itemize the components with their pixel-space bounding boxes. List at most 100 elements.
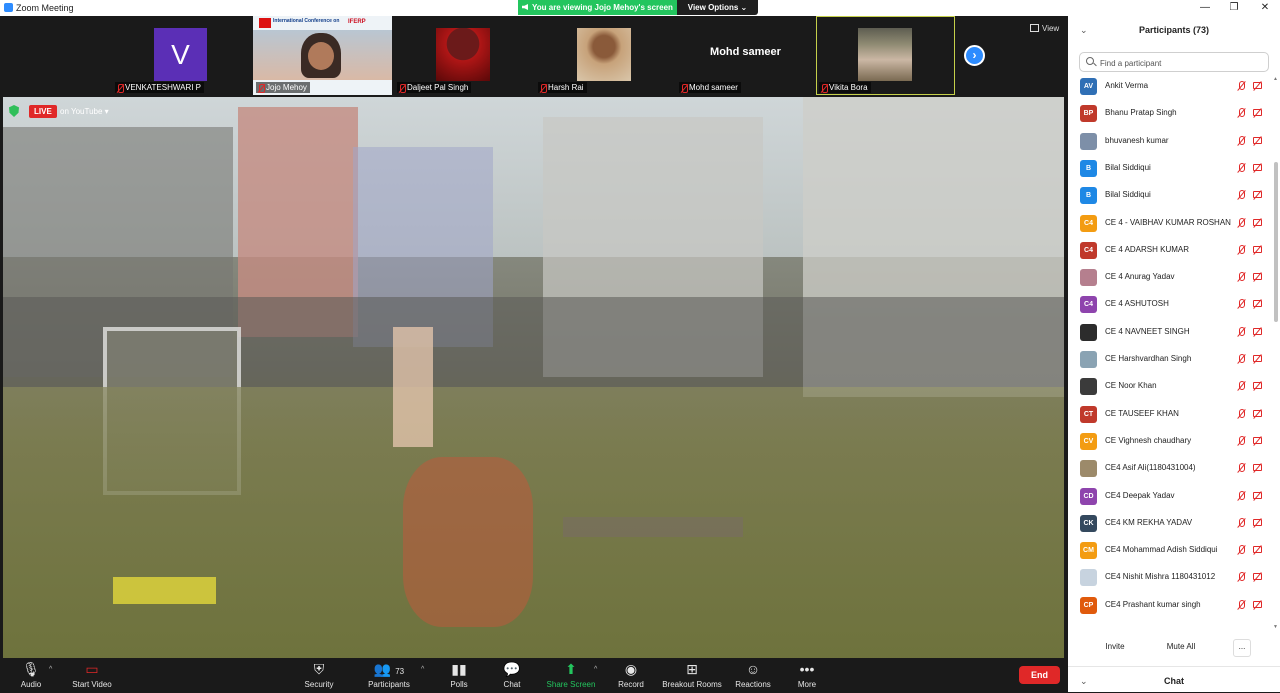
participant-row[interactable]: CT CE TAUSEEF KHAN bbox=[1068, 402, 1273, 429]
participant-name: CE4 Prashant kumar singh bbox=[1105, 599, 1201, 609]
participant-search[interactable] bbox=[1079, 52, 1269, 72]
thumbnail-daljeet-pal-singh[interactable]: Daljeet Pal Singh bbox=[394, 16, 533, 95]
next-page-button[interactable]: › bbox=[964, 45, 985, 66]
participant-row[interactable]: CE 4 NAVNEET SINGH bbox=[1068, 320, 1273, 347]
share-screen-icon: ⬆ bbox=[565, 661, 577, 677]
video-off-icon bbox=[1253, 409, 1262, 417]
breakout-rooms-button[interactable]: ⊞ Breakout Rooms bbox=[661, 661, 723, 691]
record-button[interactable]: ◉ Record bbox=[614, 661, 648, 691]
chat-section-header[interactable]: ⌄ Chat bbox=[1068, 666, 1280, 693]
mic-muted-icon bbox=[1239, 108, 1245, 118]
security-button[interactable]: ⛨ Security bbox=[300, 661, 338, 691]
participant-row[interactable]: CE Harshvardhan Singh bbox=[1068, 347, 1273, 374]
mic-muted-icon bbox=[1239, 572, 1245, 582]
participant-row[interactable]: CE Noor Khan bbox=[1068, 374, 1273, 401]
thumbnail-name: Jojo Mehoy bbox=[256, 82, 310, 93]
minimize-button[interactable]: — bbox=[1190, 0, 1220, 16]
avatar bbox=[1080, 132, 1097, 150]
video-off-icon bbox=[1253, 491, 1262, 499]
participant-row[interactable]: C4 CE 4 ASHUTOSH bbox=[1068, 292, 1273, 319]
scrollbar-thumb[interactable] bbox=[1274, 162, 1278, 322]
participant-name: CE TAUSEEF KHAN bbox=[1105, 408, 1179, 418]
participant-row[interactable]: CD CE4 Deepak Yadav bbox=[1068, 484, 1273, 511]
search-icon bbox=[1086, 57, 1094, 65]
avatar: CT bbox=[1080, 405, 1097, 423]
video-off-icon bbox=[1253, 382, 1262, 390]
view-options-button[interactable]: View Options ⌄ bbox=[677, 0, 758, 15]
reactions-button[interactable]: ☺ Reactions bbox=[734, 661, 772, 691]
breakout-rooms-icon: ⊞ bbox=[686, 661, 698, 677]
participant-name-card: Mohd sameer bbox=[710, 46, 781, 58]
video-off-icon bbox=[1253, 436, 1262, 444]
share-options-caret[interactable]: ^ bbox=[594, 666, 597, 673]
participant-row[interactable]: CE 4 Anurag Yadav bbox=[1068, 265, 1273, 292]
mic-muted-icon bbox=[1239, 272, 1245, 282]
participant-name: Bhanu Pratap Singh bbox=[1105, 108, 1177, 118]
mic-muted-icon bbox=[400, 84, 406, 93]
search-input[interactable] bbox=[1098, 55, 1267, 71]
video-off-icon bbox=[1253, 327, 1262, 335]
mic-muted-icon bbox=[1239, 217, 1245, 227]
participant-row[interactable]: AV Ankit Verma bbox=[1068, 74, 1273, 101]
participants-options-caret[interactable]: ^ bbox=[421, 666, 424, 673]
mic-muted-icon bbox=[1239, 299, 1245, 309]
end-meeting-button[interactable]: End bbox=[1019, 666, 1060, 684]
viewing-screen-banner: You are viewing Jojo Mehoy's screen bbox=[518, 0, 677, 15]
shared-screen-video: LIVE on YouTube ▾ bbox=[3, 97, 1064, 658]
thumbnail-mohd-sameer[interactable]: Mohd sameer Mohd sameer bbox=[676, 16, 815, 95]
participant-row[interactable]: C4 CE 4 ADARSH KUMAR bbox=[1068, 238, 1273, 265]
participant-row[interactable]: CK CE4 KM REKHA YADAV bbox=[1068, 511, 1273, 538]
more-button[interactable]: ••• More bbox=[792, 661, 822, 691]
invite-button[interactable]: Invite bbox=[1101, 639, 1129, 655]
start-video-button[interactable]: ▭ Start Video bbox=[68, 661, 116, 691]
participant-row[interactable]: B Bilal Siddiqui bbox=[1068, 156, 1273, 183]
thumbnail-harsh-rai[interactable]: Harsh Rai bbox=[535, 16, 674, 95]
view-button[interactable]: View bbox=[1030, 24, 1059, 33]
participant-row[interactable]: CV CE Vighnesh chaudhary bbox=[1068, 429, 1273, 456]
polls-button[interactable]: ▮▮ Polls bbox=[443, 661, 475, 691]
view-options-label: View Options bbox=[687, 3, 739, 12]
avatar: C4 bbox=[1080, 214, 1097, 232]
video-table bbox=[563, 517, 743, 537]
chat-button[interactable]: 💬 Chat bbox=[497, 661, 527, 691]
mic-muted-icon bbox=[1239, 81, 1245, 90]
close-button[interactable]: ✕ bbox=[1250, 0, 1280, 16]
participant-list-scrollbar[interactable]: ▲ ▼ bbox=[1273, 76, 1279, 632]
live-platform-dropdown[interactable]: on YouTube ▾ bbox=[60, 107, 109, 116]
mic-muted-icon bbox=[1239, 381, 1245, 391]
participant-name: CE 4 Anurag Yadav bbox=[1105, 272, 1175, 282]
audio-button[interactable]: 🎙 Audio bbox=[15, 661, 47, 691]
scroll-down-icon[interactable]: ▼ bbox=[1273, 624, 1278, 630]
thumbnail-name: VENKATESHWARI P bbox=[115, 82, 205, 93]
participant-row[interactable]: CM CE4 Mohammad Adish Siddiqui bbox=[1068, 538, 1273, 565]
reactions-icon: ☺ bbox=[745, 661, 761, 677]
participant-row[interactable]: C4 CE 4 - VAIBHAV KUMAR ROSHAN bbox=[1068, 211, 1273, 238]
participants-panel: ⌄ Participants (73) AV Ankit Verma BP Bhanu… bbox=[1068, 16, 1280, 692]
participant-photo bbox=[858, 28, 912, 81]
participant-row[interactable]: CE4 Asif Ali(1180431004) bbox=[1068, 456, 1273, 483]
thumbnail-vikita-bora[interactable]: Vikita Bora bbox=[816, 16, 955, 95]
participant-row[interactable]: CE4 Nishit Mishra 1180431012 bbox=[1068, 565, 1273, 592]
mute-all-button[interactable]: Mute All bbox=[1163, 639, 1199, 655]
video-off-icon bbox=[1253, 273, 1262, 281]
participant-name: CE4 Deepak Yadav bbox=[1105, 490, 1175, 500]
chat-title: Chat bbox=[1164, 676, 1184, 686]
participant-count: 73 bbox=[395, 667, 405, 676]
participant-row[interactable]: B Bilal Siddiqui bbox=[1068, 183, 1273, 210]
more-options-button[interactable]: ... bbox=[1233, 639, 1251, 657]
participants-button[interactable]: 👥 73 Participants bbox=[364, 661, 414, 691]
participant-row[interactable]: bhuvanesh kumar bbox=[1068, 129, 1273, 156]
audio-options-caret[interactable]: ^ bbox=[49, 666, 52, 673]
restore-button[interactable]: ❐ bbox=[1219, 0, 1249, 16]
thumbnail-venkateshwari[interactable]: V VENKATESHWARI P bbox=[112, 16, 251, 95]
participant-photo bbox=[436, 28, 490, 81]
participant-row[interactable]: BP Bhanu Pratap Singh bbox=[1068, 101, 1273, 128]
participant-row[interactable]: CP CE4 Prashant kumar singh bbox=[1068, 593, 1273, 620]
share-screen-button[interactable]: ⬆ Share Screen bbox=[545, 661, 597, 691]
scroll-up-icon[interactable]: ▲ bbox=[1273, 76, 1278, 82]
participant-list: AV Ankit Verma BP Bhanu Pratap Singh bhuvane… bbox=[1068, 74, 1280, 630]
mic-muted-icon bbox=[822, 84, 828, 93]
live-badge[interactable]: LIVE bbox=[29, 105, 57, 118]
thumbnail-jojo-mehoy[interactable]: International Conference on IFERP Jojo M… bbox=[253, 16, 392, 95]
mic-muted-icon bbox=[1239, 463, 1245, 473]
